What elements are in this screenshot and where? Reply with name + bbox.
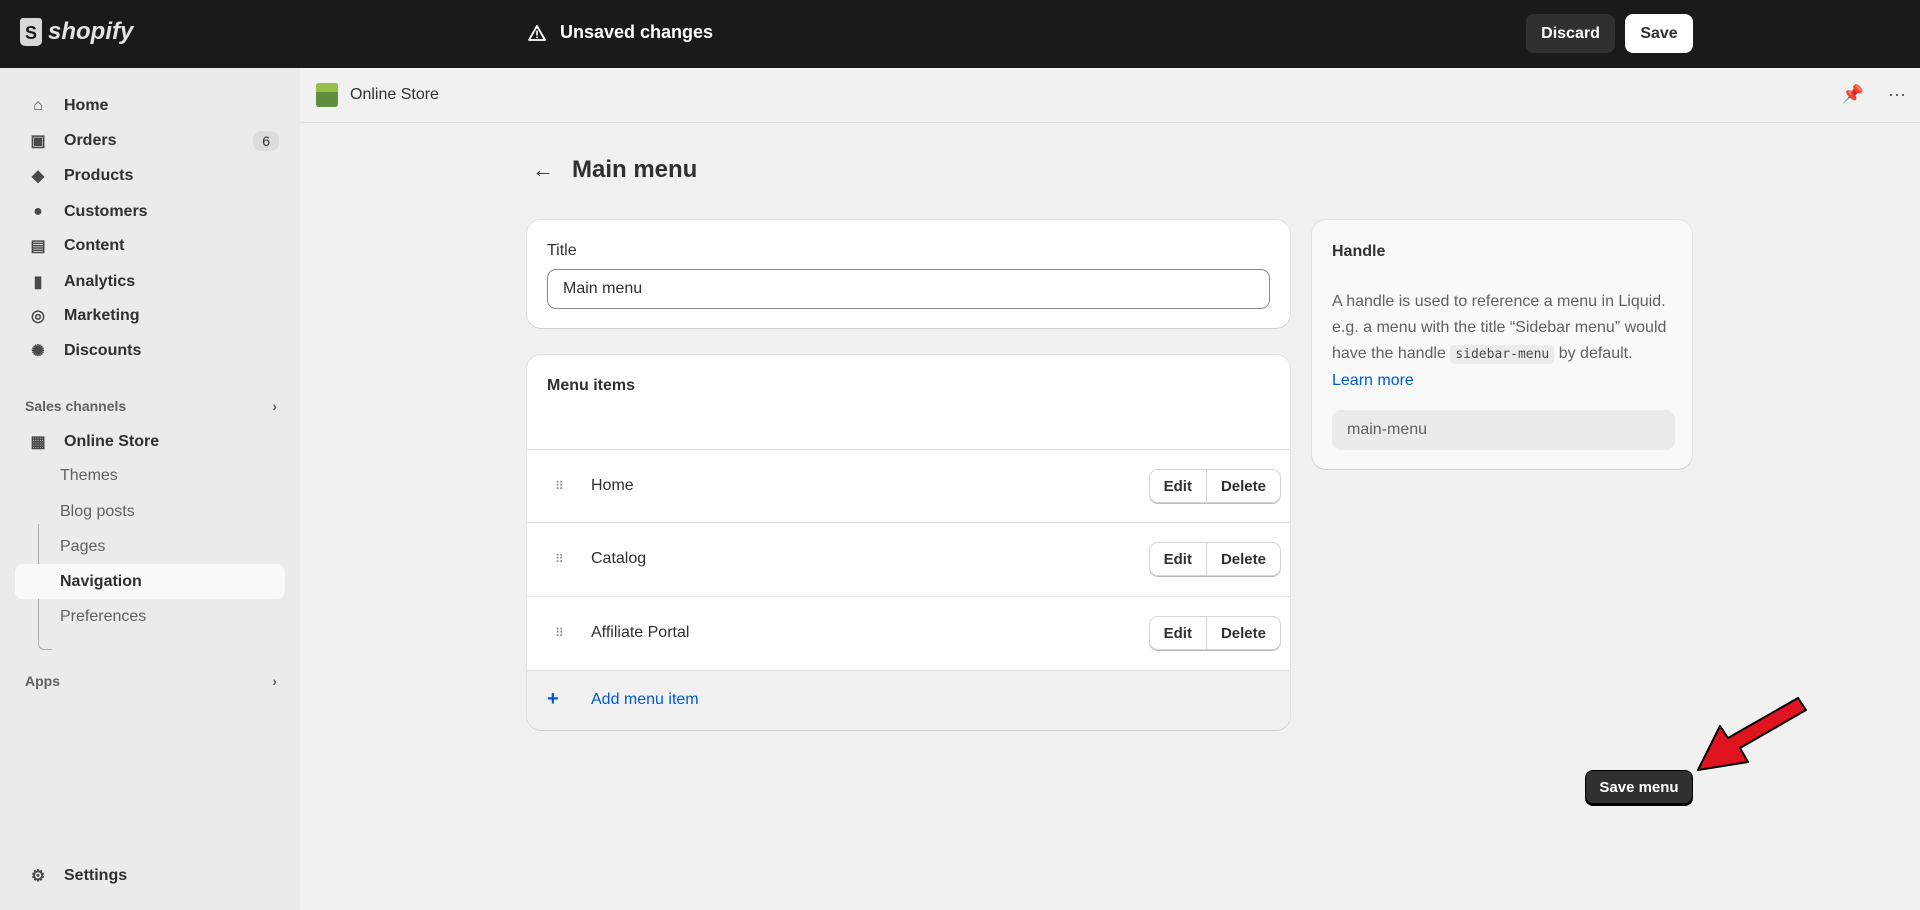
drag-handle-icon[interactable]: ⠿ [555,552,564,566]
tag-icon: ◆ [31,167,45,185]
sidebar-item-navigation[interactable]: Navigation [15,564,285,599]
sidebar-item-marketing[interactable]: ◎ Marketing [15,298,285,333]
sidebar-item-blog-posts[interactable]: Blog posts [15,494,285,529]
save-button[interactable]: Save [1625,14,1693,53]
learn-more-link[interactable]: Learn more [1332,372,1414,389]
plus-icon: + [547,688,559,710]
online-store-icon [316,83,338,107]
title-label: Title [547,242,577,259]
sidebar-item-customers[interactable]: ● Customers [15,194,285,229]
sidebar-item-settings[interactable]: ⚙ Settings [15,858,285,893]
title-input[interactable]: Main menu [547,269,1270,309]
unsaved-changes-status: Unsaved changes [528,22,713,43]
handle-description: A handle is used to reference a menu in … [1332,293,1667,389]
handle-card: Handle A handle is used to reference a m… [1312,220,1692,469]
back-arrow-icon[interactable]: ← [532,157,554,183]
app-header: Online Store 📌 ··· [300,68,1920,123]
handle-heading: Handle [1332,243,1386,260]
delete-button[interactable]: Delete [1205,617,1280,649]
sidebar: ⌂ Home ▣ Orders 6 ◆ Products ● Customers ▤ Con… [0,68,300,910]
menu-item-row: ⠿ Catalog Edit Delete [527,522,1290,595]
menu-item-row: ⠿ Affiliate Portal Edit Delete [527,596,1290,669]
pin-icon[interactable]: 📌 [1842,84,1864,105]
page-title: ← Main menu [532,156,698,183]
content-icon: ▤ [30,237,46,255]
sidebar-item-analytics[interactable]: ▮ Analytics [15,264,285,299]
sidebar-item-discounts[interactable]: ✺ Discounts [15,333,285,368]
save-menu-button[interactable]: Save menu [1585,770,1693,804]
menu-item-row: ⠿ Home Edit Delete [527,449,1290,522]
sidebar-item-products[interactable]: ◆ Products [15,158,285,193]
edit-button[interactable]: Edit [1149,617,1206,649]
title-card: Title Main menu [527,220,1290,328]
sidebar-item-online-store[interactable]: ▦ Online Store [15,424,285,459]
orders-count-badge: 6 [253,130,279,151]
person-icon: ● [33,202,43,220]
sidebar-item-content[interactable]: ▤ Content [15,228,285,263]
delete-button[interactable]: Delete [1205,543,1280,575]
menu-items-card: Menu items ⠿ Home Edit Delete ⠿ Catalog E… [527,355,1290,730]
chevron-right-icon: › [272,398,277,414]
sidebar-item-pages[interactable]: Pages [15,529,285,564]
warning-icon [528,24,546,41]
discard-button[interactable]: Discard [1526,14,1615,53]
shopify-logo[interactable]: Sshopify [20,18,133,46]
home-icon: ⌂ [33,96,43,114]
store-icon: ▦ [30,433,46,451]
sidebar-item-orders[interactable]: ▣ Orders 6 [15,123,285,158]
top-bar: Sshopify Unsaved changes Discard Save [0,0,1920,68]
annotation-arrow-icon [1697,697,1807,771]
sidebar-item-themes[interactable]: Themes [15,458,285,493]
edit-button[interactable]: Edit [1149,470,1206,502]
orders-icon: ▣ [30,132,46,150]
sidebar-item-home[interactable]: ⌂ Home [15,88,285,123]
more-icon[interactable]: ··· [1888,84,1906,105]
edit-button[interactable]: Edit [1149,543,1206,575]
chevron-right-icon: › [272,673,277,689]
shopify-bag-icon: S [20,18,42,46]
sales-channels-header[interactable]: Sales channels › [25,398,277,414]
drag-handle-icon[interactable]: ⠿ [555,626,564,640]
apps-header[interactable]: Apps › [25,673,277,689]
target-icon: ◎ [31,307,45,325]
menu-items-heading: Menu items [547,377,636,394]
handle-input[interactable]: main-menu [1332,410,1675,450]
add-menu-item-button[interactable]: + Add menu item [527,670,1290,730]
gear-icon: ⚙ [30,867,46,885]
drag-handle-icon[interactable]: ⠿ [555,479,564,493]
discount-icon: ✺ [31,342,45,360]
bar-chart-icon: ▮ [33,273,43,291]
sidebar-item-preferences[interactable]: Preferences [15,599,285,634]
delete-button[interactable]: Delete [1205,470,1280,502]
